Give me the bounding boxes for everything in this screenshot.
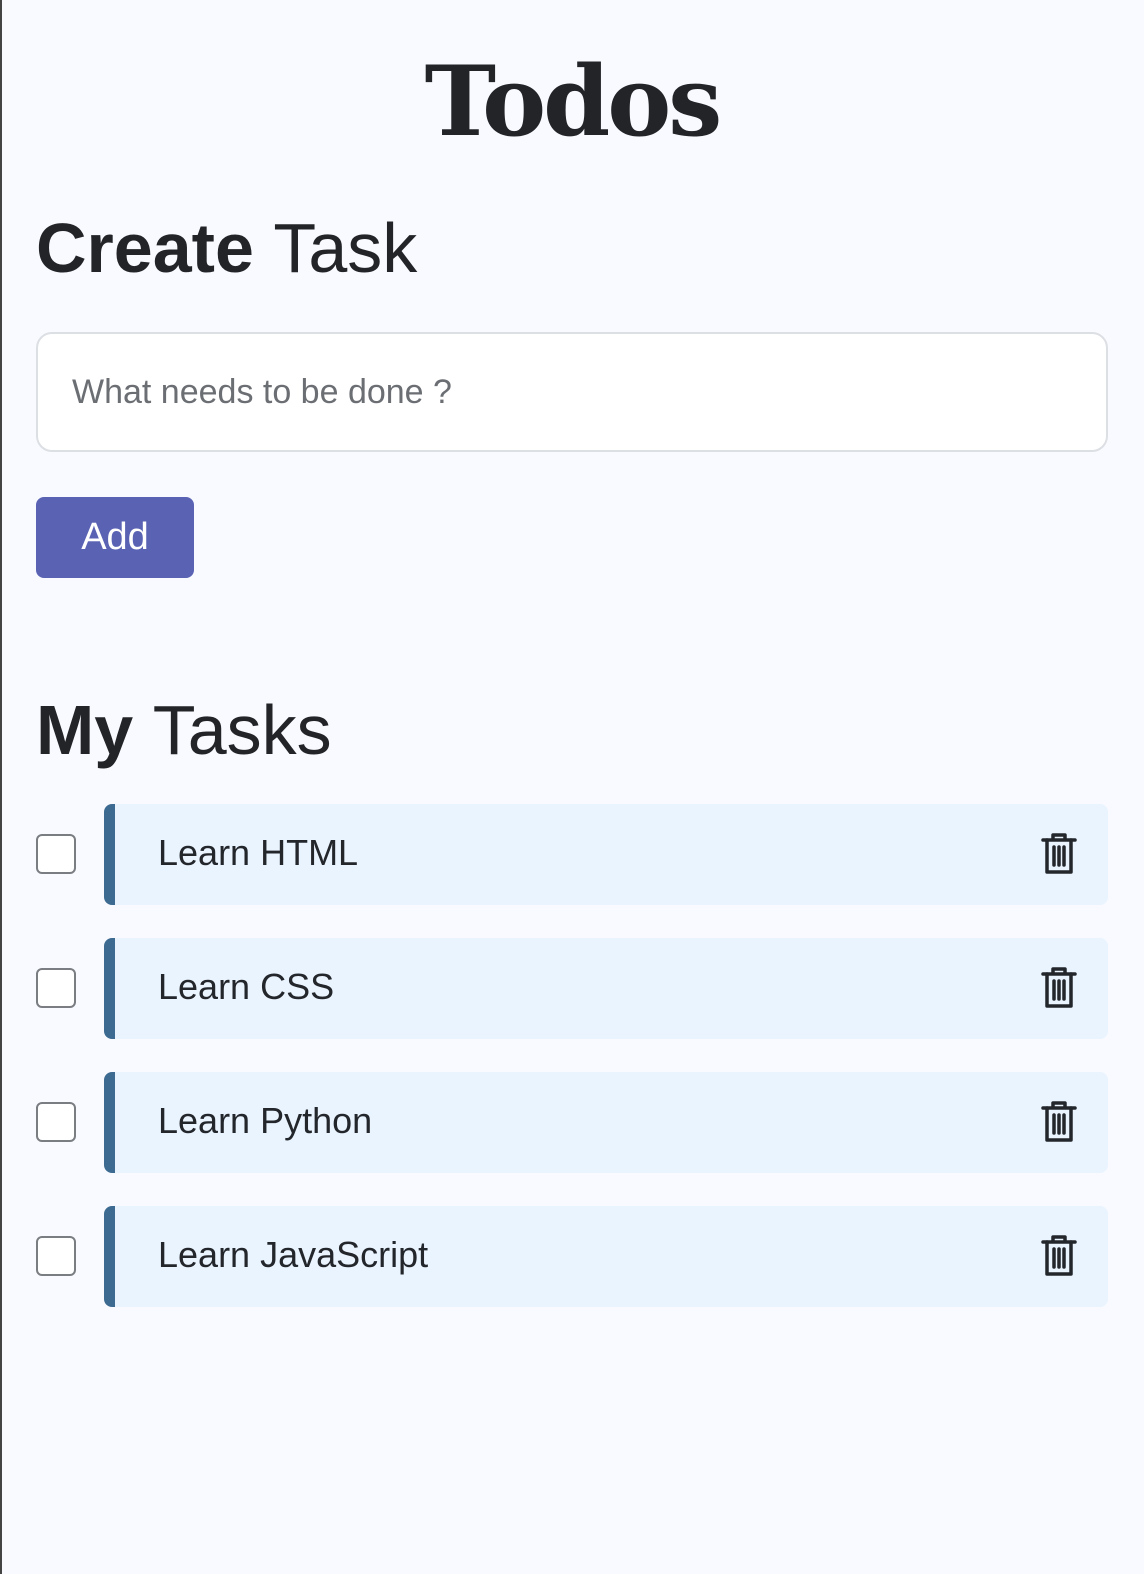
my-tasks-heading-bold: My (36, 691, 134, 769)
my-tasks-heading: My Tasks (36, 688, 332, 772)
delete-task-button[interactable] (1040, 832, 1078, 876)
task-checkbox[interactable] (36, 834, 76, 874)
task-label: Learn Python (158, 1100, 373, 1141)
task-checkbox[interactable] (36, 968, 76, 1008)
task-input[interactable] (36, 332, 1108, 452)
add-button[interactable]: Add (36, 497, 194, 578)
trash-icon (1041, 833, 1077, 874)
create-task-heading-light: Task (273, 209, 418, 287)
trash-icon (1041, 1235, 1077, 1276)
trash-icon (1041, 1101, 1077, 1142)
task-label: Learn CSS (158, 966, 335, 1007)
task-item: Learn HTML (36, 804, 1108, 905)
task-list: Learn HTML Learn CSS Learn Python Learn … (36, 804, 1108, 1340)
page-title: Todos (424, 45, 723, 158)
task-card: Learn Python (104, 1072, 1108, 1173)
create-task-heading-bold: Create (36, 209, 254, 287)
task-item: Learn JavaScript (36, 1206, 1108, 1307)
task-checkbox[interactable] (36, 1102, 76, 1142)
task-card: Learn JavaScript (104, 1206, 1108, 1307)
trash-icon (1041, 967, 1077, 1008)
task-label: Learn JavaScript (158, 1234, 429, 1275)
my-tasks-heading-light: Tasks (152, 691, 332, 769)
task-checkbox[interactable] (36, 1236, 76, 1276)
delete-task-button[interactable] (1040, 966, 1078, 1010)
task-item: Learn CSS (36, 938, 1108, 1039)
task-card: Learn HTML (104, 804, 1108, 905)
create-task-heading: Create Task (36, 206, 417, 290)
task-card: Learn CSS (104, 938, 1108, 1039)
delete-task-button[interactable] (1040, 1100, 1078, 1144)
task-label: Learn HTML (158, 832, 359, 873)
task-item: Learn Python (36, 1072, 1108, 1173)
delete-task-button[interactable] (1040, 1234, 1078, 1278)
